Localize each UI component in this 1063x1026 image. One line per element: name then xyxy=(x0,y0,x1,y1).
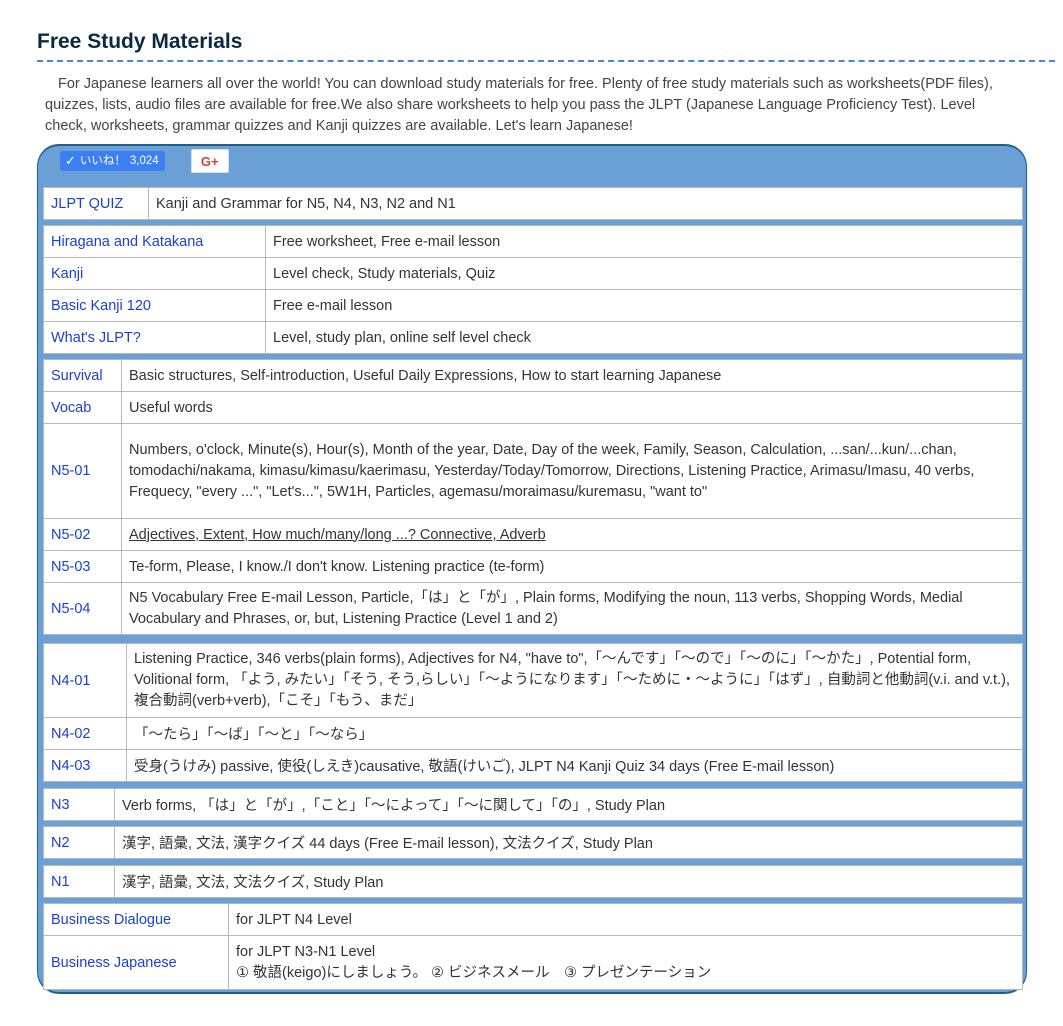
link-n4-01[interactable]: N4-01 xyxy=(51,673,91,689)
table-row: N4-02 「〜たら」「〜ば」「〜と」「〜なら」 xyxy=(43,717,1023,750)
row-description: Useful words xyxy=(121,391,1023,424)
row-description: Level, study plan, online self level che… xyxy=(265,321,1023,354)
intro-text: For Japanese learners all over the world… xyxy=(45,76,993,134)
n4-table: N4-01 Listening Practice, 346 verbs(plai… xyxy=(43,643,1023,782)
business-table: Business Dialogue for JLPT N4 Level Busi… xyxy=(43,903,1023,990)
row-description: 受身(うけみ) passive, 使役(しえき)causative, 敬語(けい… xyxy=(126,749,1023,782)
google-plus-button[interactable]: G+ xyxy=(190,149,229,173)
n1-table: N1 漢字, 語彙, 文法, 文法クイズ, Study Plan xyxy=(43,865,1023,898)
row-description[interactable]: Adjectives, Extent, How much/many/long .… xyxy=(121,518,1023,551)
row-description: N5 Vocabulary Free E-mail Lesson, Partic… xyxy=(121,582,1023,635)
table-row: N5-01 Numbers, o'clock, Minute(s), Hour(… xyxy=(43,423,1023,519)
link-n4-03[interactable]: N4-03 xyxy=(51,758,91,774)
page-title: Free Study Materials xyxy=(37,28,1055,62)
table-row: Business Japanese for JLPT N3-N1 Level ①… xyxy=(43,935,1023,990)
table-row: Survival Basic structures, Self-introduc… xyxy=(43,359,1023,392)
link-n3[interactable]: N3 xyxy=(51,797,70,813)
link-n4-02[interactable]: N4-02 xyxy=(51,726,91,742)
row-description: for JLPT N3-N1 Level xyxy=(236,943,376,960)
link-basic-kanji-120[interactable]: Basic Kanji 120 xyxy=(51,298,151,314)
row-description: 「〜たら」「〜ば」「〜と」「〜なら」 xyxy=(126,717,1023,750)
social-buttons: ✓ いいね！ 3,024 G+ xyxy=(60,149,229,173)
link-jlpt-quiz[interactable]: JLPT QUIZ xyxy=(51,196,123,212)
table-row: N4-01 Listening Practice, 346 verbs(plai… xyxy=(43,643,1023,718)
row-description: 漢字, 語彙, 文法, 文法クイズ, Study Plan xyxy=(114,865,1023,898)
table-row: N5-03 Te-form, Please, I know./I don't k… xyxy=(43,550,1023,583)
table-row: N1 漢字, 語彙, 文法, 文法クイズ, Study Plan xyxy=(43,865,1023,898)
link-whats-jlpt[interactable]: What's JLPT? xyxy=(51,330,141,346)
row-description: Listening Practice, 346 verbs(plain form… xyxy=(126,643,1023,718)
link-business-dialogue[interactable]: Business Dialogue xyxy=(51,912,171,928)
table-row: Vocab Useful words xyxy=(43,391,1023,424)
link-n5-04[interactable]: N5-04 xyxy=(51,601,91,617)
row-description: Te-form, Please, I know./I don't know. L… xyxy=(121,550,1023,583)
like-count: 3,024 xyxy=(129,155,159,167)
materials-panel: ✓ いいね！ 3,024 G+ JLPT QUIZ Kanji and Gram… xyxy=(37,144,1027,994)
row-description: Basic structures, Self-introduction, Use… xyxy=(121,359,1023,392)
row-description-lessons: ① 敬語(keigo)にしましょう。 ② ビジネスメール ③ プレゼンテーション xyxy=(236,964,712,981)
row-description: Free e-mail lesson xyxy=(265,289,1023,322)
basics-table: Hiragana and Katakana Free worksheet, Fr… xyxy=(43,225,1023,354)
like-label: いいね！ xyxy=(79,155,126,167)
row-description: for JLPT N4 Level xyxy=(228,903,1023,936)
check-icon: ✓ xyxy=(65,153,76,168)
table-row: N2 漢字, 語彙, 文法, 漢字クイズ 44 days (Free E-mai… xyxy=(43,826,1023,859)
row-description: Numbers, o'clock, Minute(s), Hour(s), Mo… xyxy=(121,423,1023,519)
table-row: What's JLPT? Level, study plan, online s… xyxy=(43,321,1023,354)
row-description: Level check, Study materials, Quiz xyxy=(265,257,1023,290)
jlpt-quiz-table: JLPT QUIZ Kanji and Grammar for N5, N4, … xyxy=(43,187,1023,220)
row-description: Free worksheet, Free e-mail lesson xyxy=(265,225,1023,258)
table-row: Hiragana and Katakana Free worksheet, Fr… xyxy=(43,225,1023,258)
google-plus-icon: G+ xyxy=(200,153,219,169)
table-row: N4-03 受身(うけみ) passive, 使役(しえき)causative,… xyxy=(43,749,1023,782)
free-study-materials-section: Free Study Materials For Japanese learne… xyxy=(37,28,1055,137)
link-n2[interactable]: N2 xyxy=(51,835,70,851)
link-vocab[interactable]: Vocab xyxy=(51,400,91,416)
row-description: 漢字, 語彙, 文法, 漢字クイズ 44 days (Free E-mail l… xyxy=(114,826,1023,859)
n3-table: N3 Verb forms, 「は」と「が」,「こと」「〜によって」「〜に関して… xyxy=(43,788,1023,821)
facebook-like-button[interactable]: ✓ いいね！ 3,024 xyxy=(60,151,165,171)
row-description: Verb forms, 「は」と「が」,「こと」「〜によって」「〜に関して」「の… xyxy=(114,788,1023,821)
link-n5-01[interactable]: N5-01 xyxy=(51,463,91,479)
table-row: N5-02 Adjectives, Extent, How much/many/… xyxy=(43,518,1023,551)
link-n5-03[interactable]: N5-03 xyxy=(51,559,91,575)
table-row: N3 Verb forms, 「は」と「が」,「こと」「〜によって」「〜に関して… xyxy=(43,788,1023,821)
link-n5-02[interactable]: N5-02 xyxy=(51,527,91,543)
link-hiragana-katakana[interactable]: Hiragana and Katakana xyxy=(51,234,203,250)
intro-paragraph: For Japanese learners all over the world… xyxy=(37,74,1005,137)
link-survival[interactable]: Survival xyxy=(51,368,103,384)
table-row: JLPT QUIZ Kanji and Grammar for N5, N4, … xyxy=(43,187,1023,220)
table-row: Basic Kanji 120 Free e-mail lesson xyxy=(43,289,1023,322)
row-description: Kanji and Grammar for N5, N4, N3, N2 and… xyxy=(148,187,1023,220)
table-row: Business Dialogue for JLPT N4 Level xyxy=(43,903,1023,936)
link-business-japanese[interactable]: Business Japanese xyxy=(51,955,177,971)
table-row: Kanji Level check, Study materials, Quiz xyxy=(43,257,1023,290)
table-row: N5-04 N5 Vocabulary Free E-mail Lesson, … xyxy=(43,582,1023,635)
n2-table: N2 漢字, 語彙, 文法, 漢字クイズ 44 days (Free E-mai… xyxy=(43,826,1023,859)
link-kanji[interactable]: Kanji xyxy=(51,266,83,282)
link-n1[interactable]: N1 xyxy=(51,874,70,890)
n5-table: Survival Basic structures, Self-introduc… xyxy=(43,359,1023,635)
